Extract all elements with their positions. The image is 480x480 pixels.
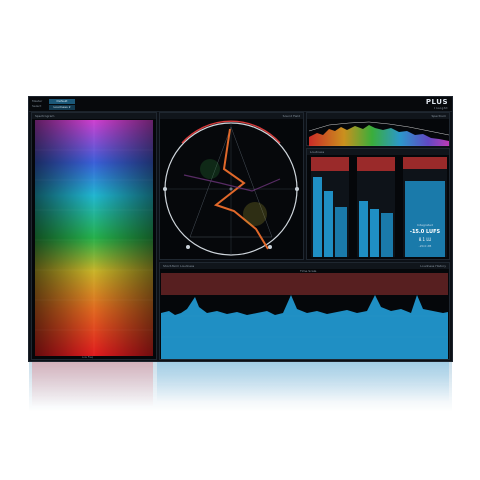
history-header-left: Short-Term Loudness [163, 264, 195, 268]
sound-field-panel: Sound Field [159, 112, 304, 260]
loudness-meters-panel: Loudness Integrated -15.0 LUFS 8.1 LU -2… [306, 148, 450, 260]
spectrogram-footer: Low Freq [82, 356, 94, 359]
integrated-value: -15.0 LUFS [409, 229, 441, 235]
meter-short-term [357, 157, 395, 257]
loudness-history-panel: Short-Term Loudness Loudness History Tim… [159, 262, 450, 360]
integrated-label: Integrated [417, 223, 433, 227]
meter-momentary [311, 157, 349, 257]
reflection-spectrogram [32, 362, 153, 407]
meter-integrated: Integrated -15.0 LUFS 8.1 LU -20.0 dB [403, 157, 447, 257]
spectrum-panel: Spectrum [306, 112, 450, 146]
lra-value: 8.1 LU [418, 237, 432, 242]
spectrogram-header: Spectrogram [32, 113, 156, 119]
plugin-logo: PLUS Insight [426, 98, 448, 110]
preset-sub-button[interactable]: Loudness 2 [49, 105, 75, 110]
loudness-history-graph [161, 273, 448, 359]
spectrum-display [309, 121, 449, 146]
history-title: Loudness History [420, 264, 446, 268]
top-toolbar: Master Select Default Loudness 2 PLUS In… [29, 97, 452, 112]
loudness-meters-header: Loudness [307, 149, 449, 155]
true-peak-value: -20.0 dB [418, 244, 432, 248]
brand-name: PLUS [425, 98, 448, 106]
toolbar-label-1: Master [32, 99, 43, 103]
loudness-meters-title: Loudness [310, 150, 325, 154]
toolbar-label-2: Select [32, 104, 42, 108]
insight-plugin-window: Master Select Default Loudness 2 PLUS In… [29, 97, 452, 361]
sound-field-display [163, 120, 299, 256]
window-reflection [29, 362, 452, 412]
brand-sub: Insight [434, 106, 448, 110]
reflection-history [157, 362, 449, 402]
spectrogram-panel: Spectrogram Low Freq [31, 112, 157, 360]
spectrogram-title: Spectrogram [35, 114, 55, 118]
spectrogram-display [35, 120, 153, 356]
preset-button[interactable]: Default [49, 99, 75, 104]
